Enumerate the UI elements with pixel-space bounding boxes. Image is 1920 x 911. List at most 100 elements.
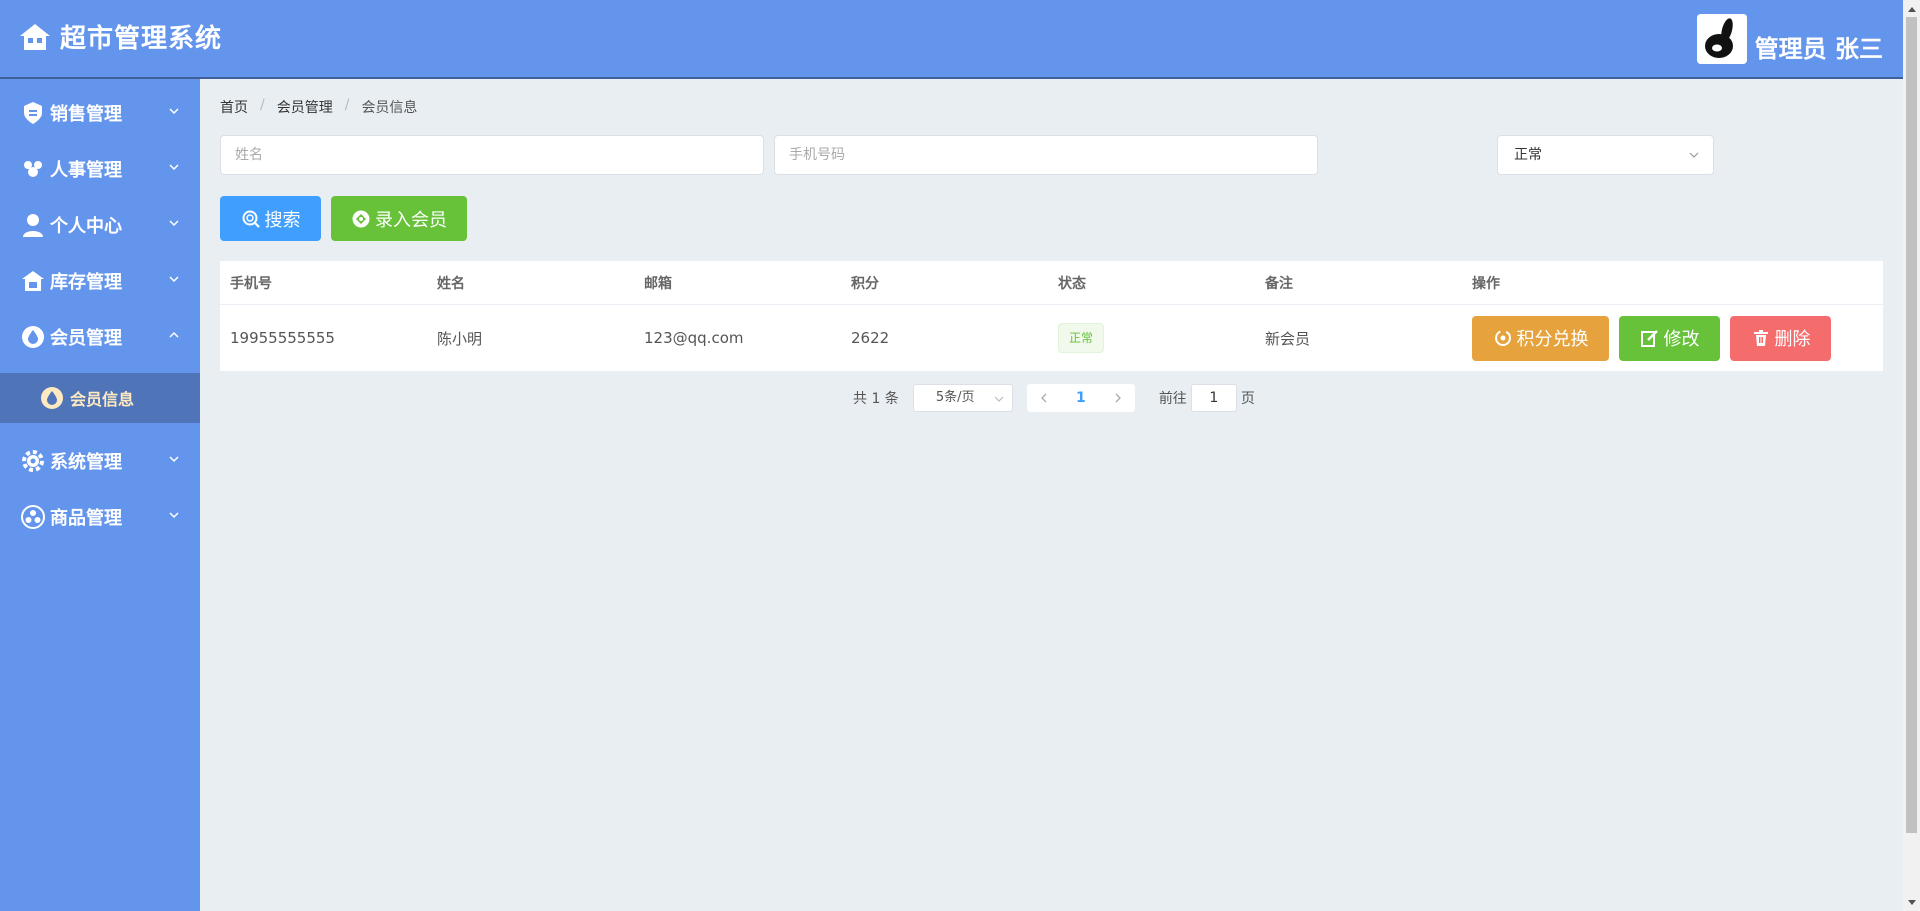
gear-icon [22,450,44,472]
chevron-down-icon [169,108,179,115]
cell-name: 陈小明 [437,329,483,348]
column-header: 邮箱 [644,275,672,292]
chevron-down-icon [994,396,1004,402]
cell-email: 123@qq.com [644,329,744,347]
search-icon [242,210,260,228]
scroll-up-arrow[interactable] [1903,0,1920,17]
sidebar: 销售管理 人事管理 个人中心 库存管理 会员管理 会员信息 系统管理 商品管理 [0,79,200,911]
app-logo[interactable]: 超市管理系统 [18,18,222,55]
prev-page-icon[interactable] [1039,393,1049,403]
badge-icon [24,102,42,124]
chevron-up-icon [169,331,179,338]
sidebar-item-profile[interactable]: 个人中心 [0,197,200,253]
breadcrumb: 首页 / 会员管理 / 会员信息 [220,97,417,117]
search-button-label: 搜索 [264,209,301,231]
avatar[interactable] [1696,14,1747,64]
sidebar-item-label: 系统管理 [50,452,122,473]
cell-actions: 积分兑换 修改 删除 [1462,315,1883,361]
breadcrumb-separator: / [260,97,265,113]
scroll-down-arrow[interactable] [1903,894,1920,911]
status-select[interactable]: 正常 [1497,135,1714,175]
sidebar-item-inventory[interactable]: 库存管理 [0,253,200,309]
add-circle-icon [352,210,370,227]
sidebar-item-label: 人事管理 [50,160,122,181]
cell-remark: 新会员 [1265,329,1311,348]
exchange-points-label: 积分兑换 [1516,329,1589,350]
sidebar-subitem-label: 会员信息 [70,390,135,409]
drop-icon [22,326,44,348]
goto-page-input[interactable]: 1 [1190,384,1237,412]
breadcrumb-members[interactable]: 会员管理 [277,97,333,117]
cell-points: 2622 [851,329,890,347]
phone-input[interactable]: 手机号码 [774,135,1318,175]
breadcrumb-current: 会员信息 [361,100,418,116]
breadcrumb-separator: / [344,97,350,113]
table-header: 手机号 姓名 邮箱 积分 状态 备注 操作 [220,261,1883,305]
page-number[interactable]: 1 [1076,390,1086,406]
status-badge: 正常 [1058,323,1105,353]
sidebar-item-label: 库存管理 [50,272,122,293]
goto-label: 前往 [1158,391,1187,407]
pagination: 共 1 条 5条/页 1 前往 1 页 [853,384,1255,412]
delete-label: 删除 [1774,329,1811,350]
sidebar-item-goods[interactable]: 商品管理 [0,489,200,545]
user-icon [23,214,43,237]
main-content: 首页 / 会员管理 / 会员信息 姓名 手机号码 正常 搜索 录入会员 手机号 … [200,79,1903,911]
search-button[interactable]: 搜索 [220,196,321,241]
next-page-icon[interactable] [1113,393,1123,403]
user-name: 管理员 张三 [1754,35,1883,63]
sidebar-item-sales[interactable]: 销售管理 [0,85,200,141]
add-member-button-label: 录入会员 [375,209,447,231]
exchange-icon [1494,330,1511,346]
chevron-down-icon [169,276,179,283]
page-suffix: 页 [1240,391,1255,407]
drop-icon [41,387,63,409]
exchange-points-button[interactable]: 积分兑换 [1472,315,1609,361]
edit-label: 修改 [1663,329,1700,350]
sidebar-item-label: 个人中心 [50,216,122,237]
sidebar-item-system[interactable]: 系统管理 [0,433,200,489]
add-member-button[interactable]: 录入会员 [331,196,467,241]
column-header: 备注 [1265,275,1293,292]
cell-phone: 19955555555 [230,329,335,347]
column-header: 积分 [851,275,879,292]
chevron-down-icon [169,164,179,171]
column-header: 手机号 [230,275,272,292]
delete-button[interactable]: 删除 [1730,315,1831,361]
app-title: 超市管理系统 [60,24,223,54]
edit-icon [1640,330,1658,347]
goods-icon [21,505,45,529]
member-table: 手机号 姓名 邮箱 积分 状态 备注 操作 19955555555 陈小明 12… [220,261,1883,371]
people-icon [24,161,42,177]
sidebar-item-members[interactable]: 会员管理 [0,309,200,365]
sidebar-item-hr[interactable]: 人事管理 [0,141,200,197]
sidebar-item-label: 商品管理 [50,508,122,529]
scrollbar-thumb[interactable] [1906,17,1917,833]
warehouse-icon [22,271,44,291]
column-header: 操作 [1472,275,1500,292]
pagination-total: 共 1 条 [853,391,899,407]
sidebar-item-label: 会员管理 [50,328,122,349]
chevron-down-icon [1689,152,1699,158]
top-header: 超市管理系统 管理员 张三 [0,0,1903,79]
user-info[interactable]: 管理员 张三 [1696,14,1883,64]
cell-status: 正常 [1048,323,1255,353]
column-header: 姓名 [437,275,465,292]
breadcrumb-home[interactable]: 首页 [220,97,248,117]
chevron-down-icon [169,456,179,463]
house-icon [20,23,50,50]
chevron-down-icon [169,220,179,227]
page-size-value: 5条/页 [935,390,975,405]
status-select-value: 正常 [1514,147,1542,163]
vertical-scrollbar[interactable] [1903,0,1920,911]
sidebar-item-label: 销售管理 [50,104,122,125]
page-nav: 1 [1026,384,1135,412]
name-input[interactable]: 姓名 [220,135,764,175]
column-header: 状态 [1058,275,1086,292]
edit-button[interactable]: 修改 [1619,315,1720,361]
table-row: 19955555555 陈小明 123@qq.com 2622 正常 新会员 积… [220,305,1883,371]
trash-icon [1753,330,1768,346]
chevron-down-icon [169,512,179,519]
sidebar-subitem-member-info[interactable]: 会员信息 [0,373,200,423]
page-size-select[interactable]: 5条/页 [912,384,1013,412]
